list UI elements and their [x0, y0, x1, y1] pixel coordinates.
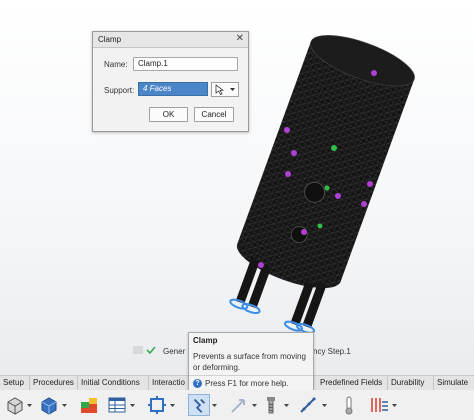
chevron-down-icon[interactable] [212, 403, 217, 408]
bolt-icon[interactable] [260, 394, 282, 416]
help-icon: ? [193, 379, 202, 388]
chevron-down-icon[interactable] [170, 403, 175, 408]
chevron-down-icon[interactable] [62, 403, 67, 408]
field-icon[interactable] [368, 394, 390, 416]
clamp-icon[interactable] [188, 394, 210, 416]
select-tool-icon[interactable] [211, 82, 239, 97]
close-icon[interactable]: ✕ [236, 33, 244, 44]
tab-simulate[interactable]: Simulate [434, 376, 474, 390]
dialog-titlebar[interactable]: Clamp ✕ [93, 32, 248, 48]
tab-procedures[interactable]: Procedures [30, 376, 78, 390]
chevron-down-icon[interactable] [322, 403, 327, 408]
tab-durability[interactable]: Durability [388, 376, 434, 390]
name-field[interactable]: Clamp.1 [133, 57, 238, 71]
dialog-title: Clamp [98, 35, 122, 44]
temperature-icon[interactable] [338, 394, 360, 416]
tab-setup[interactable]: Setup [0, 376, 30, 390]
tooltip-title: Clamp [193, 336, 218, 345]
part-icon[interactable] [4, 394, 26, 416]
cancel-button[interactable]: Cancel [194, 107, 234, 122]
status-grip-icon [133, 346, 143, 354]
chevron-down-icon[interactable] [27, 403, 32, 408]
chevron-down-icon[interactable] [392, 403, 397, 408]
mesh-icon[interactable] [38, 394, 60, 416]
status-text-step: ncy Step.1 [313, 347, 351, 356]
tooltip-divider [189, 375, 313, 376]
interaction-icon[interactable] [146, 394, 168, 416]
tooltip-help: Press F1 for more help. [205, 379, 289, 388]
material-icon[interactable] [78, 394, 100, 416]
checkmark-icon [146, 346, 156, 355]
tab-interactions[interactable]: Interactio [149, 376, 191, 390]
displacement-icon[interactable] [298, 394, 320, 416]
clamp-tooltip: Clamp Prevents a surface from moving or … [188, 332, 314, 394]
ribbon-toolbar [0, 390, 474, 420]
load-icon[interactable] [228, 394, 250, 416]
chevron-down-icon[interactable] [252, 403, 257, 408]
chevron-down-icon[interactable] [284, 403, 289, 408]
support-field[interactable]: 4 Faces [138, 82, 208, 96]
support-label: Support: [104, 86, 135, 95]
tooltip-description: Prevents a surface from moving or deform… [193, 352, 306, 372]
name-label: Name: [104, 60, 128, 69]
chevron-down-icon[interactable] [130, 403, 135, 408]
ok-button[interactable]: OK [149, 107, 188, 122]
tab-initial-conditions[interactable]: Initial Conditions [78, 376, 149, 390]
tab-predefined-fields[interactable]: Predefined Fields [317, 376, 388, 390]
status-text: Gener [163, 347, 186, 356]
table-icon[interactable] [106, 394, 128, 416]
